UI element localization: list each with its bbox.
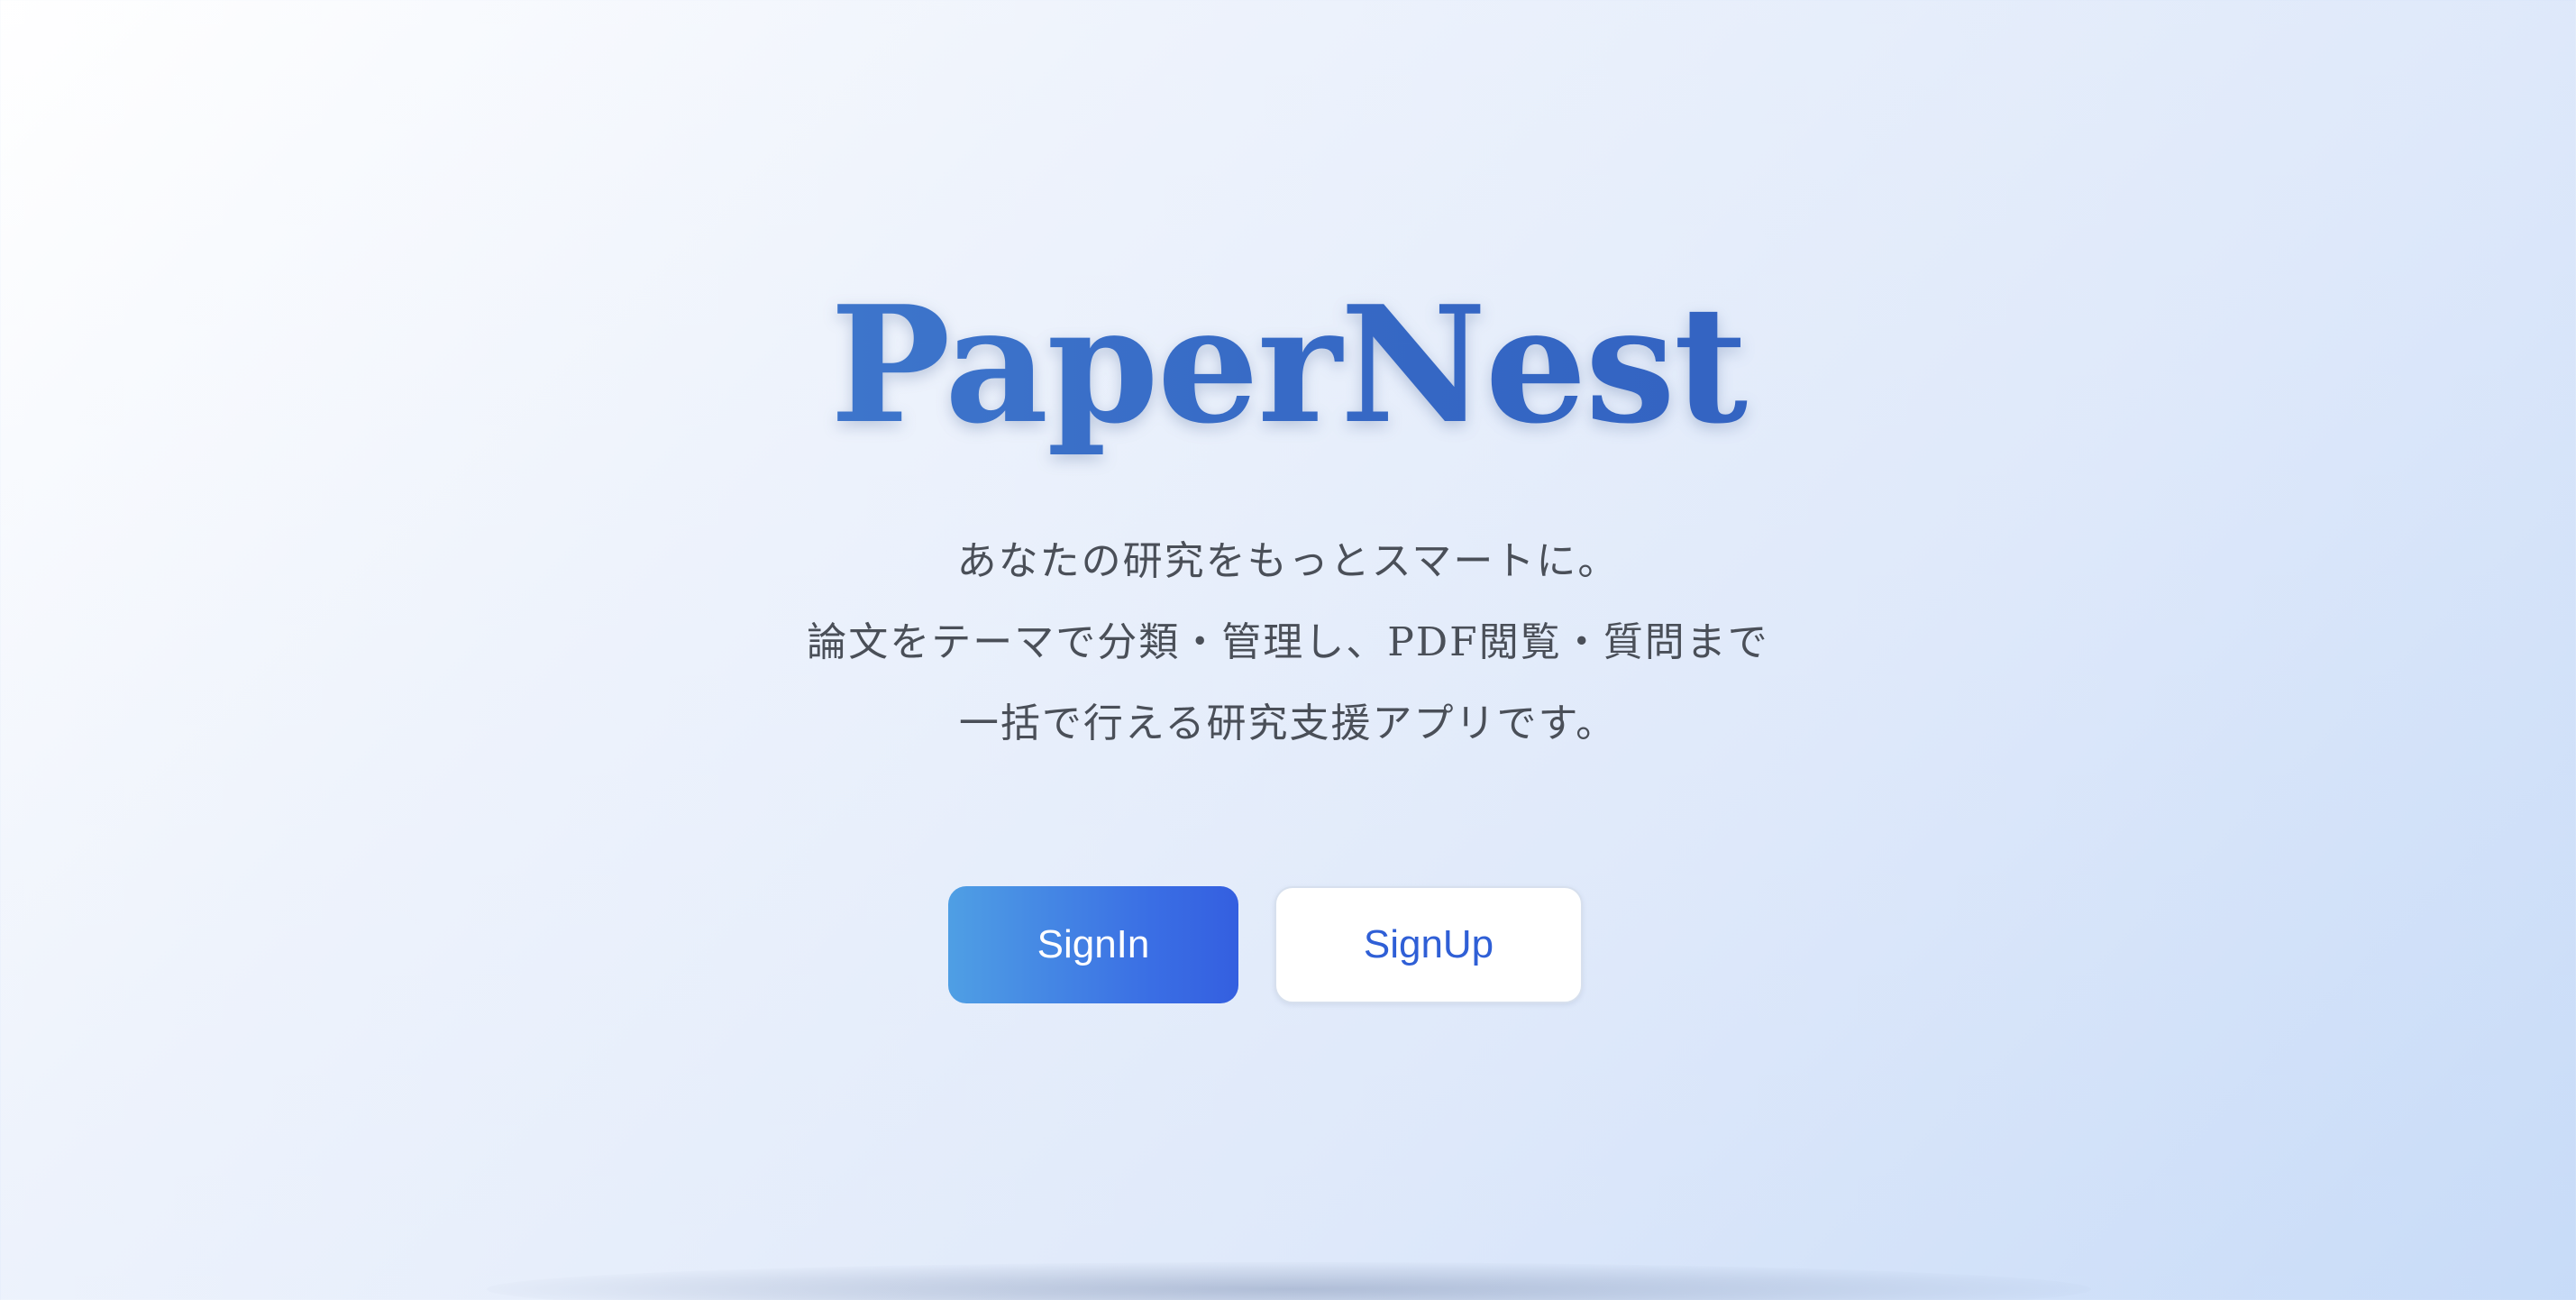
tagline: あなたの研究をもっとスマートに。 論文をテーマで分類・管理し、PDF閲覧・質問ま…: [0, 521, 2576, 764]
tagline-line-3: 一括で行える研究支援アプリです。: [958, 700, 1618, 746]
landing-hero: PaperNest あなたの研究をもっとスマートに。 論文をテーマで分類・管理し…: [0, 0, 2576, 1300]
bottom-shadow-decoration: [487, 1262, 2091, 1300]
signup-button[interactable]: SignUp: [1274, 886, 1583, 1003]
signin-button[interactable]: SignIn: [948, 886, 1238, 1003]
tagline-line-1: あなたの研究をもっとスマートに。: [956, 538, 1620, 584]
auth-actions: SignIn SignUp: [0, 886, 2576, 1003]
tagline-line-2: 論文をテーマで分類・管理し、PDF閲覧・質問まで: [807, 619, 1769, 665]
app-title: PaperNest: [0, 270, 2576, 460]
